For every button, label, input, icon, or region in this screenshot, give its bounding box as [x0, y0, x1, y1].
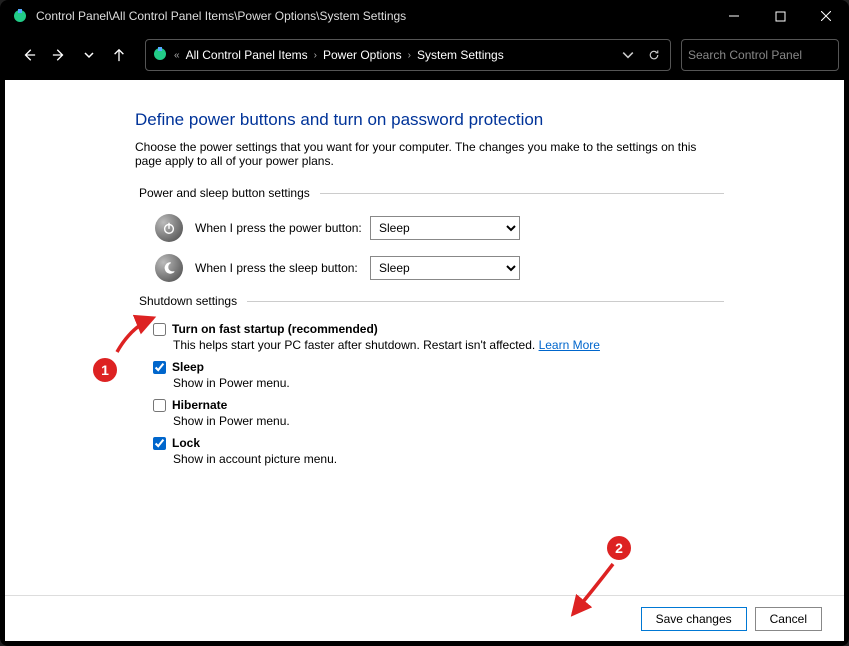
section-shutdown: Shutdown settings: [139, 294, 237, 308]
breadcrumb-item[interactable]: All Control Panel Items: [186, 48, 308, 62]
address-bar[interactable]: « All Control Panel Items › Power Option…: [145, 39, 671, 71]
breadcrumb-item[interactable]: System Settings: [417, 48, 504, 62]
forward-button[interactable]: [45, 41, 73, 69]
power-button-label: When I press the power button:: [195, 221, 370, 235]
minimize-button[interactable]: [711, 0, 757, 32]
hibernate-checkbox[interactable]: [153, 399, 166, 412]
lock-checkbox[interactable]: [153, 437, 166, 450]
annotation-badge-2: 2: [605, 534, 633, 562]
recent-locations-button[interactable]: [75, 41, 103, 69]
fast-startup-checkbox[interactable]: [153, 323, 166, 336]
crumb-prefix-icon: «: [174, 50, 180, 61]
chevron-right-icon: ›: [408, 50, 411, 61]
maximize-button[interactable]: [757, 0, 803, 32]
page-title: Define power buttons and turn on passwor…: [135, 110, 724, 130]
previous-locations-button[interactable]: [618, 49, 638, 61]
learn-more-link[interactable]: Learn More: [539, 338, 600, 352]
hibernate-desc: Show in Power menu.: [173, 414, 724, 428]
up-button[interactable]: [105, 41, 133, 69]
lock-desc: Show in account picture menu.: [173, 452, 724, 466]
power-icon: [155, 214, 183, 242]
back-button[interactable]: [15, 41, 43, 69]
sleep-button-select[interactable]: Sleep: [370, 256, 520, 280]
sleep-icon: [155, 254, 183, 282]
sleep-button-label: When I press the sleep button:: [195, 261, 370, 275]
sleep-checkbox[interactable]: [153, 361, 166, 374]
divider: [247, 301, 724, 302]
fast-startup-title: Turn on fast startup (recommended): [172, 322, 378, 336]
divider: [320, 193, 724, 194]
chevron-right-icon: ›: [314, 50, 317, 61]
power-button-select[interactable]: Sleep: [370, 216, 520, 240]
app-icon: [12, 8, 28, 24]
cancel-button[interactable]: Cancel: [755, 607, 822, 631]
section-power-sleep: Power and sleep button settings: [139, 186, 310, 200]
search-input[interactable]: [688, 48, 843, 62]
window-title: Control Panel\All Control Panel Items\Po…: [36, 9, 711, 23]
save-button[interactable]: Save changes: [641, 607, 747, 631]
close-button[interactable]: [803, 0, 849, 32]
breadcrumb-item[interactable]: Power Options: [323, 48, 402, 62]
page-description: Choose the power settings that you want …: [135, 140, 724, 168]
sleep-title: Sleep: [172, 360, 204, 374]
sleep-desc: Show in Power menu.: [173, 376, 724, 390]
location-icon: [152, 46, 168, 65]
fast-startup-desc: This helps start your PC faster after sh…: [173, 338, 539, 352]
search-box[interactable]: [681, 39, 839, 71]
refresh-button[interactable]: [644, 49, 664, 61]
lock-title: Lock: [172, 436, 200, 450]
hibernate-title: Hibernate: [172, 398, 227, 412]
